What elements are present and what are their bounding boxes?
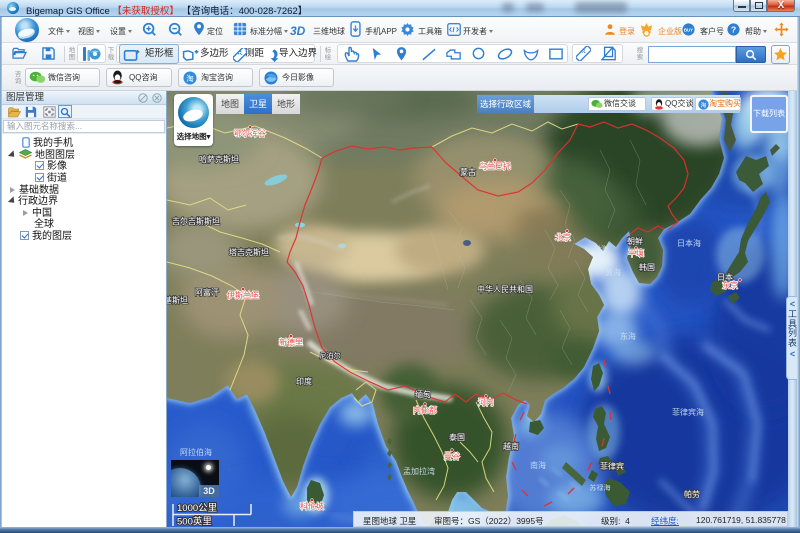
svg-text:苏禄海: 苏禄海 <box>590 483 611 492</box>
svg-text:塔吉克斯坦: 塔吉克斯坦 <box>229 247 269 257</box>
svg-text:1000公里: 1000公里 <box>177 503 217 514</box>
svg-text:泰国: 泰国 <box>449 432 465 442</box>
svg-text:北京: 北京 <box>555 232 571 242</box>
svg-text:曼谷: 曼谷 <box>444 452 460 461</box>
svg-text:新德里: 新德里 <box>279 337 303 347</box>
svg-text:淘: 淘 <box>186 73 193 83</box>
svg-text:东京: 东京 <box>722 280 738 290</box>
svg-text:印度: 印度 <box>296 376 312 386</box>
svg-text:BUY: BUY <box>684 27 693 32</box>
svg-text:日本海: 日本海 <box>677 238 701 248</box>
svg-text:乌兰巴托: 乌兰巴托 <box>479 161 511 171</box>
svg-text:科伦坡: 科伦坡 <box>300 501 324 511</box>
svg-text:伊斯兰堡: 伊斯兰堡 <box>227 290 259 300</box>
svg-text:阿拉伯海: 阿拉伯海 <box>180 447 212 457</box>
svg-text:内比都: 内比都 <box>413 405 437 415</box>
svg-text:鄂尔浑谷: 鄂尔浑谷 <box>234 128 266 138</box>
svg-text:朝鲜: 朝鲜 <box>627 236 643 246</box>
svg-text:渤海: 渤海 <box>594 244 608 253</box>
svg-text:缅甸: 缅甸 <box>415 389 431 399</box>
svg-text:东海: 东海 <box>620 331 636 341</box>
svg-text:河内: 河内 <box>478 397 494 407</box>
svg-text:韩国: 韩国 <box>639 262 655 272</box>
svg-text:中华人民共和国: 中华人民共和国 <box>477 284 533 294</box>
svg-text:?: ? <box>731 25 736 35</box>
svg-text:菲律宾: 菲律宾 <box>600 461 624 471</box>
svg-text:南海: 南海 <box>530 460 546 470</box>
svg-text:孟加拉湾: 孟加拉湾 <box>403 466 435 476</box>
svg-text:蒙古: 蒙古 <box>460 167 476 177</box>
svg-text:吉尔吉斯斯坦: 吉尔吉斯斯坦 <box>172 216 220 226</box>
svg-text:哈萨克斯坦: 哈萨克斯坦 <box>199 154 239 164</box>
svg-text:黄海: 黄海 <box>605 267 621 277</box>
svg-text:帕劳: 帕劳 <box>684 489 700 499</box>
svg-text:越南: 越南 <box>503 441 519 451</box>
svg-text:500英里: 500英里 <box>177 516 212 528</box>
svg-text:平壤: 平壤 <box>628 248 644 258</box>
svg-text:巴基斯坦: 巴基斯坦 <box>167 295 188 305</box>
svg-text:菲律宾海: 菲律宾海 <box>672 407 704 417</box>
svg-text:阿富汗: 阿富汗 <box>195 287 219 297</box>
svg-text:尼泊尔: 尼泊尔 <box>320 351 341 360</box>
